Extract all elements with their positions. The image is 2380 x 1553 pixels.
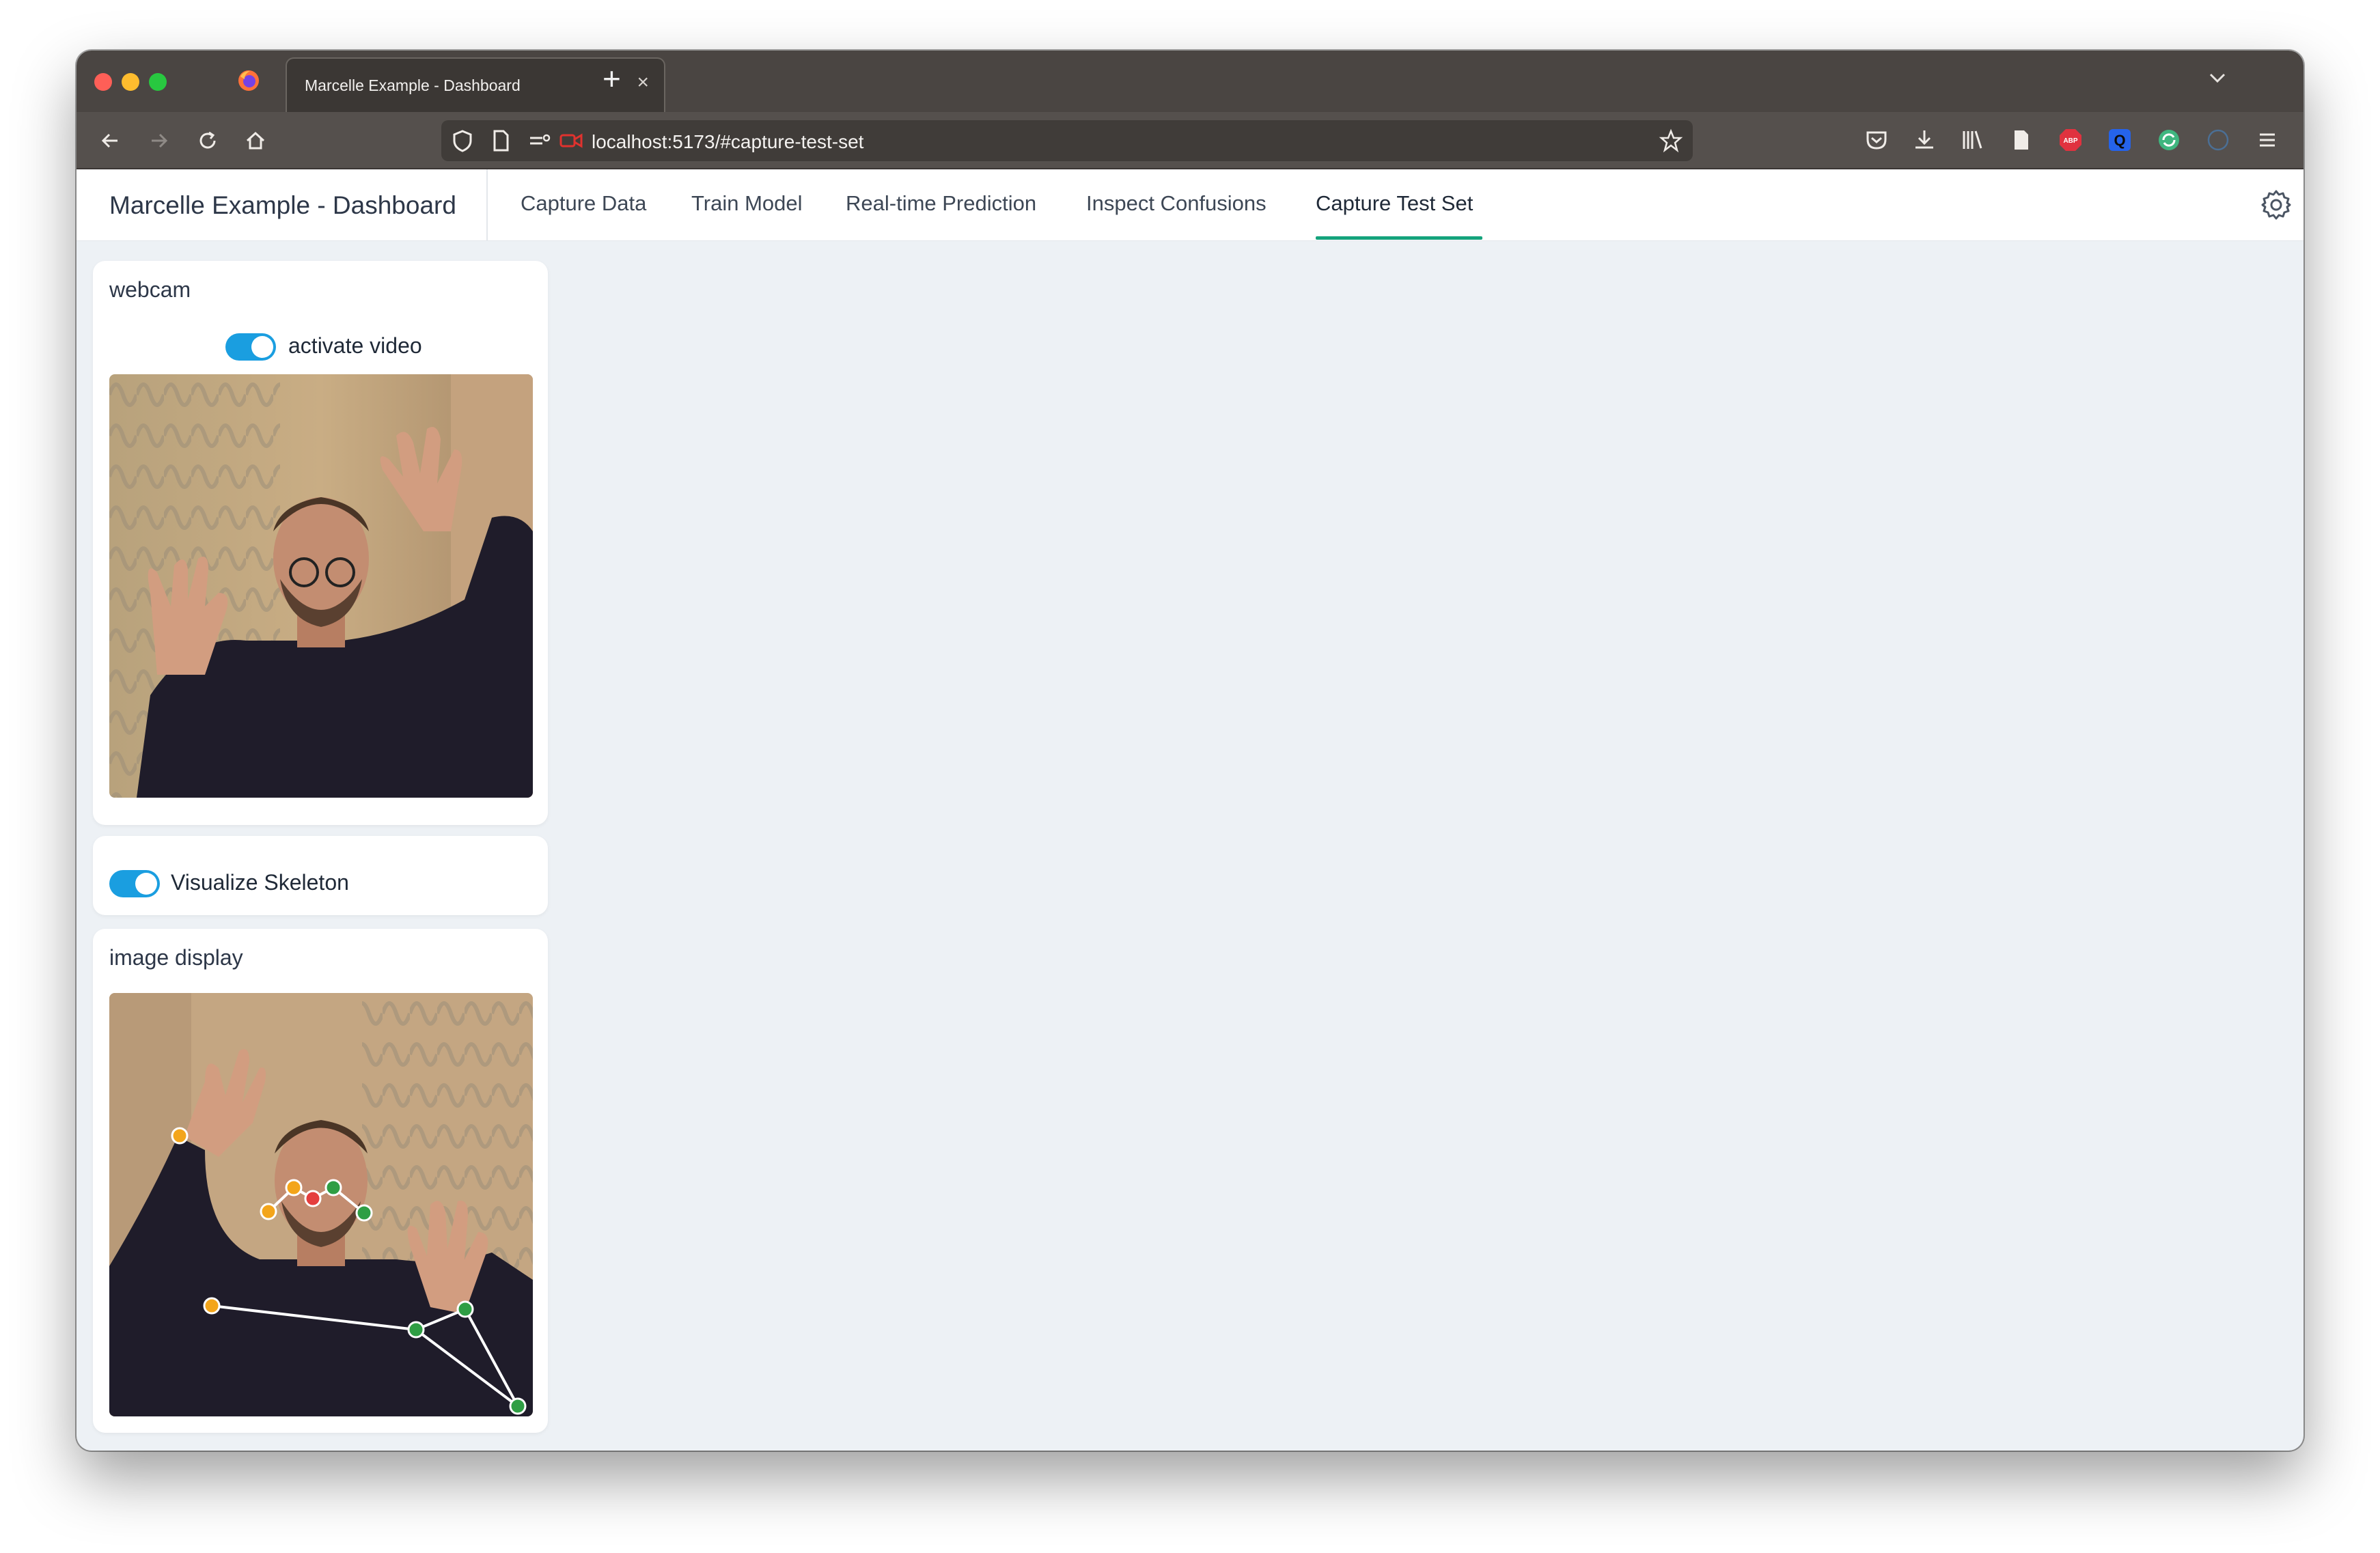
tab-realtime-prediction[interactable]: Real-time Prediction xyxy=(846,191,1036,216)
image-display-title: image display xyxy=(109,945,243,970)
minimize-window-button[interactable] xyxy=(122,73,139,91)
library-icon[interactable] xyxy=(1959,127,1985,153)
home-icon[interactable] xyxy=(242,127,269,154)
page-icon[interactable] xyxy=(490,128,511,153)
permissions-icon[interactable] xyxy=(527,130,552,152)
tab-train-model[interactable]: Train Model xyxy=(691,191,803,216)
app-header: Marcelle Example - Dashboard Capture Dat… xyxy=(77,169,2303,241)
back-arrow-icon[interactable] xyxy=(97,127,124,154)
visualize-skeleton-toggle[interactable] xyxy=(109,870,160,897)
menu-icon[interactable] xyxy=(2254,127,2280,153)
bookmark-star-icon[interactable] xyxy=(1659,128,1683,153)
new-tab-button[interactable]: + xyxy=(603,60,621,97)
url-bar[interactable]: localhost:5173/#capture-test-set xyxy=(441,120,1693,161)
tab-capture-data[interactable]: Capture Data xyxy=(521,191,646,216)
svg-text:ABP: ABP xyxy=(2063,137,2077,145)
webcam-card: webcam activate video xyxy=(93,261,548,825)
svg-text:Q: Q xyxy=(2114,132,2125,149)
header-divider xyxy=(486,169,488,240)
navigation-bar: localhost:5173/#capture-test-set ABP Q xyxy=(77,112,2303,169)
app-title: Marcelle Example - Dashboard xyxy=(109,191,456,219)
url-text[interactable]: localhost:5173/#capture-test-set xyxy=(592,131,863,153)
tab-list-chevron-icon[interactable] xyxy=(2208,68,2227,87)
activate-video-label: activate video xyxy=(288,333,422,358)
firefox-icon xyxy=(238,70,259,91)
tab-inspect-confusions[interactable]: Inspect Confusions xyxy=(1086,191,1267,216)
tab-title: Marcelle Example - Dashboard xyxy=(305,76,521,94)
browser-window: Marcelle Example - Dashboard × + localho… xyxy=(77,51,2303,1451)
visualize-skeleton-label: Visualize Skeleton xyxy=(171,870,349,895)
q-extension-icon[interactable]: Q xyxy=(2107,127,2133,153)
webcam-video-feed xyxy=(109,374,533,798)
profile-icon[interactable] xyxy=(2205,127,2231,153)
camera-sharing-icon[interactable] xyxy=(559,130,583,152)
pocket-icon[interactable] xyxy=(1864,127,1890,153)
maximize-window-button[interactable] xyxy=(149,73,167,91)
gear-icon[interactable] xyxy=(2258,187,2294,223)
close-window-button[interactable] xyxy=(94,73,112,91)
tab-strip: Marcelle Example - Dashboard × + xyxy=(77,51,2303,112)
tab-close-icon[interactable]: × xyxy=(637,71,649,94)
forward-arrow-icon[interactable] xyxy=(145,127,172,154)
image-display-card: image display xyxy=(93,929,548,1433)
webcam-title: webcam xyxy=(109,277,191,302)
reload-icon[interactable] xyxy=(194,127,221,154)
tab-capture-test-set[interactable]: Capture Test Set xyxy=(1316,191,1473,216)
pose-image xyxy=(109,993,533,1416)
reader-icon[interactable] xyxy=(2008,127,2034,153)
activate-video-toggle[interactable] xyxy=(225,333,276,361)
sync-extension-icon[interactable] xyxy=(2156,127,2182,153)
active-tab-indicator xyxy=(1316,236,1482,240)
adblock-icon[interactable]: ABP xyxy=(2058,127,2084,153)
download-icon[interactable] xyxy=(1911,127,1937,153)
tracking-shield-icon[interactable] xyxy=(451,128,474,153)
skeleton-card: Visualize Skeleton xyxy=(93,836,548,915)
